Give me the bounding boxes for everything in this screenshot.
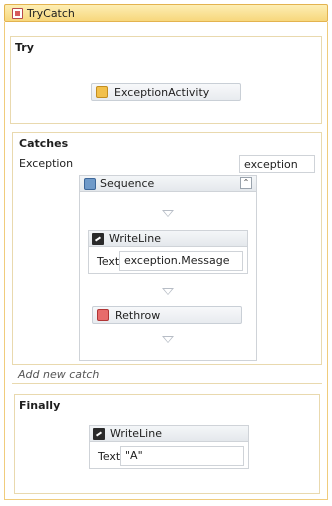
finally-writeline-activity[interactable]: WriteLine Text "A" — [89, 425, 249, 469]
add-new-catch-link[interactable]: Add new catch — [18, 368, 99, 381]
drop-arrow-icon[interactable] — [162, 210, 174, 217]
writeline-icon — [92, 233, 104, 245]
drop-arrow-icon[interactable] — [162, 336, 174, 343]
finally-writeline-text-label: Text — [98, 450, 121, 463]
collapse-icon[interactable]: ⌃ — [240, 177, 252, 189]
rethrow-label: Rethrow — [115, 309, 161, 322]
trycatch-title: TryCatch — [27, 7, 75, 20]
writeline-title: WriteLine — [109, 232, 161, 245]
try-section[interactable]: Try ExceptionActivity — [10, 36, 322, 124]
writeline-text-label: Text — [97, 255, 120, 268]
rethrow-icon — [97, 309, 109, 321]
add-new-catch-row[interactable]: Add new catch — [12, 366, 322, 384]
exception-variable-field[interactable]: exception — [239, 155, 315, 173]
drop-arrow-icon[interactable] — [162, 288, 174, 295]
sequence-header[interactable]: Sequence ⌃ — [80, 176, 256, 192]
activity-icon — [96, 86, 108, 98]
finally-writeline-header[interactable]: WriteLine — [90, 426, 248, 442]
writeline-text-field[interactable]: exception.Message — [119, 251, 243, 271]
writeline-icon — [93, 428, 105, 440]
writeline-activity[interactable]: WriteLine Text exception.Message — [88, 230, 248, 274]
exception-activity-label: ExceptionActivity — [114, 86, 210, 99]
finally-writeline-title: WriteLine — [110, 427, 162, 440]
catches-title: Catches — [19, 137, 69, 150]
finally-section[interactable]: Finally WriteLine Text "A" — [14, 394, 320, 494]
exception-type-label: Exception — [19, 157, 74, 170]
rethrow-activity[interactable]: Rethrow — [92, 306, 242, 324]
trycatch-icon — [12, 8, 23, 19]
sequence-activity[interactable]: Sequence ⌃ WriteLine Text exception.Mess… — [79, 175, 257, 361]
try-title: Try — [15, 41, 34, 54]
trycatch-title-bar[interactable]: TryCatch — [4, 4, 328, 22]
sequence-label: Sequence — [100, 177, 155, 190]
exception-activity[interactable]: ExceptionActivity — [91, 83, 241, 101]
finally-writeline-text-field[interactable]: "A" — [120, 446, 244, 466]
finally-title: Finally — [19, 399, 61, 412]
writeline-header[interactable]: WriteLine — [89, 231, 247, 247]
sequence-icon — [84, 178, 96, 190]
catches-section[interactable]: Catches Exception exception Sequence ⌃ W… — [12, 132, 322, 365]
